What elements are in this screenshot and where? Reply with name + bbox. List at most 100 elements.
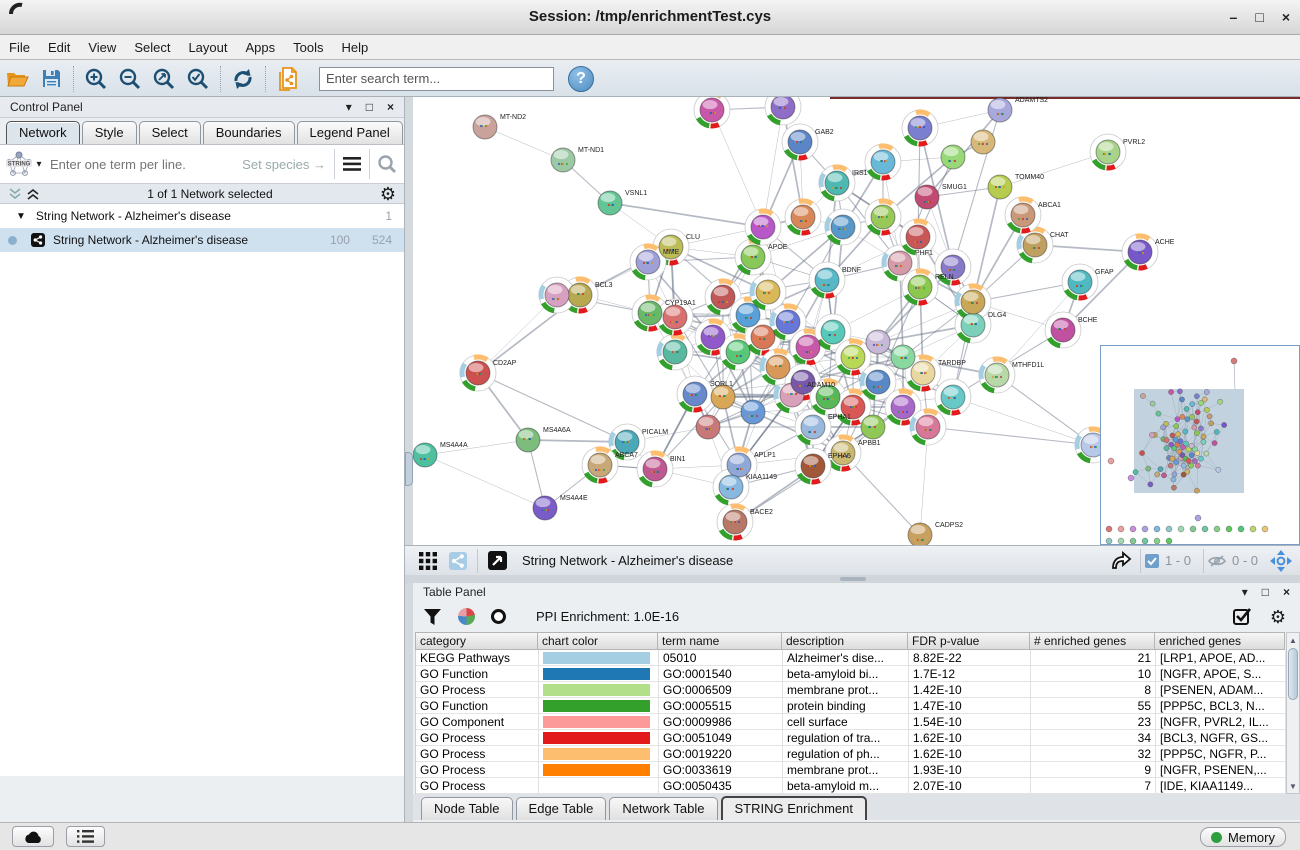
menu-tools[interactable]: Tools bbox=[284, 40, 332, 55]
horizontal-splitter[interactable] bbox=[405, 575, 1300, 583]
table-panel-float-icon[interactable]: □ bbox=[1262, 585, 1269, 599]
search-input[interactable] bbox=[319, 67, 554, 91]
select-all-checkbox-icon[interactable] bbox=[1233, 607, 1252, 626]
column-header-chart-color[interactable]: chart color bbox=[538, 632, 658, 650]
tab-boundaries[interactable]: Boundaries bbox=[203, 121, 295, 144]
column-header-description[interactable]: description bbox=[782, 632, 908, 650]
share-icon bbox=[449, 552, 467, 570]
navigator-button[interactable] bbox=[1266, 549, 1296, 573]
svg-text:MS4A6A: MS4A6A bbox=[543, 427, 571, 434]
zoom-selected-button[interactable] bbox=[181, 64, 215, 94]
table-row[interactable]: GO FunctionGO:0001540beta-amyloid bi...1… bbox=[416, 666, 1286, 682]
table-row[interactable]: GO ComponentGO:0009986cell surface1.54E-… bbox=[416, 714, 1286, 730]
control-panel-float-icon[interactable]: □ bbox=[366, 100, 373, 114]
zoom-out-button[interactable] bbox=[113, 64, 147, 94]
birds-eye-view[interactable] bbox=[1100, 345, 1300, 545]
table-row[interactable]: GO ProcessGO:0051049regulation of tra...… bbox=[416, 730, 1286, 746]
export-network-button[interactable] bbox=[1106, 549, 1136, 573]
tab-select[interactable]: Select bbox=[139, 121, 201, 144]
tab-legend-panel[interactable]: Legend Panel bbox=[297, 121, 403, 144]
control-panel-close-icon[interactable]: × bbox=[387, 100, 394, 114]
grid-view-button[interactable] bbox=[413, 549, 443, 573]
task-history-button[interactable] bbox=[66, 826, 105, 847]
share-view-button[interactable] bbox=[443, 549, 473, 573]
column-header-FDR-p-value[interactable]: FDR p-value bbox=[908, 632, 1030, 650]
tab-network-table[interactable]: Network Table bbox=[609, 797, 717, 820]
menu-view[interactable]: View bbox=[79, 40, 125, 55]
status-bar: Memory bbox=[0, 822, 1300, 850]
tab-network[interactable]: Network bbox=[6, 121, 80, 144]
menu-edit[interactable]: Edit bbox=[39, 40, 79, 55]
table-panel-menu-icon[interactable]: ▾ bbox=[1242, 585, 1248, 599]
ring-chart-icon[interactable] bbox=[491, 609, 506, 624]
set-species-label[interactable]: Set species → bbox=[242, 157, 326, 172]
panel-splitter-grip[interactable] bbox=[405, 452, 413, 486]
cell: regulation of ph... bbox=[783, 746, 909, 761]
svg-text:SORL1: SORL1 bbox=[710, 381, 733, 388]
svg-text:MME: MME bbox=[663, 249, 680, 256]
menu-apps[interactable]: Apps bbox=[237, 40, 285, 55]
svg-text:BDNF: BDNF bbox=[842, 267, 861, 274]
filter-icon[interactable] bbox=[423, 608, 442, 626]
column-header-term-name[interactable]: term name bbox=[658, 632, 782, 650]
import-network-button[interactable] bbox=[271, 64, 305, 94]
string-options-button[interactable] bbox=[335, 157, 369, 171]
pie-chart-icon[interactable] bbox=[458, 608, 475, 625]
cell: GO Process bbox=[416, 730, 539, 745]
menu-layout[interactable]: Layout bbox=[179, 40, 236, 55]
chart-color-cell bbox=[539, 698, 659, 713]
cell: [NGFR, PSENEN,... bbox=[1156, 762, 1286, 777]
collapse-all-icon[interactable] bbox=[8, 188, 22, 200]
tab-style[interactable]: Style bbox=[82, 121, 137, 144]
refresh-button[interactable] bbox=[226, 64, 260, 94]
minimize-button[interactable]: – bbox=[1230, 8, 1238, 26]
table-row[interactable]: GO ProcessGO:0019220regulation of ph...1… bbox=[416, 746, 1286, 762]
table-scrollbar[interactable]: ▲ ▼ bbox=[1286, 632, 1300, 794]
zoom-fit-button[interactable] bbox=[147, 64, 181, 94]
menu-help[interactable]: Help bbox=[333, 40, 378, 55]
menu-select[interactable]: Select bbox=[125, 40, 179, 55]
save-session-button[interactable] bbox=[34, 64, 68, 94]
scroll-down-icon[interactable]: ▼ bbox=[1287, 779, 1299, 793]
open-session-button[interactable] bbox=[0, 64, 34, 94]
cloud-status-button[interactable] bbox=[12, 826, 54, 847]
string-logo-button[interactable]: STRING ▾ bbox=[0, 150, 46, 178]
scrollbar-thumb[interactable] bbox=[1288, 648, 1298, 700]
network-canvas[interactable]: MT-ND2MT-ND1VSNL1GAB2IRS1ADAMTS2PVRL2TOM… bbox=[405, 97, 1300, 545]
string-term-input[interactable] bbox=[46, 157, 242, 172]
cell: membrane prot... bbox=[783, 762, 909, 777]
svg-text:CADPS2: CADPS2 bbox=[935, 522, 963, 529]
svg-text:BACE2: BACE2 bbox=[750, 509, 773, 516]
zoom-in-button[interactable] bbox=[79, 64, 113, 94]
network-collection-row[interactable]: ▼ String Network - Alzheimer's disease 1 bbox=[0, 204, 404, 228]
memory-button[interactable]: Memory bbox=[1200, 827, 1286, 847]
column-header--enriched-genes[interactable]: # enriched genes bbox=[1030, 632, 1155, 650]
network-row[interactable]: String Network - Alzheimer's disease 100… bbox=[0, 228, 404, 252]
scroll-up-icon[interactable]: ▲ bbox=[1287, 633, 1299, 647]
splitter-grip[interactable] bbox=[840, 577, 866, 581]
maximize-button[interactable]: □ bbox=[1255, 8, 1263, 26]
help-button[interactable]: ? bbox=[568, 66, 594, 92]
network-panel-gear-icon[interactable]: ⚙ bbox=[380, 186, 396, 202]
control-panel-menu-icon[interactable]: ▾ bbox=[346, 100, 352, 114]
table-row[interactable]: GO ProcessGO:0033619membrane prot...1.93… bbox=[416, 762, 1286, 778]
detach-view-button[interactable] bbox=[482, 549, 512, 573]
column-header-category[interactable]: category bbox=[415, 632, 538, 650]
tab-edge-table[interactable]: Edge Table bbox=[516, 797, 607, 820]
string-search-button[interactable] bbox=[370, 154, 404, 174]
tab-string-enrichment[interactable]: STRING Enrichment bbox=[721, 796, 867, 820]
tab-node-table[interactable]: Node Table bbox=[421, 797, 513, 820]
close-button[interactable]: × bbox=[1282, 8, 1290, 26]
table-row[interactable]: GO FunctionGO:0005515protein binding1.47… bbox=[416, 698, 1286, 714]
table-row[interactable]: KEGG Pathways05010Alzheimer's dise...8.8… bbox=[416, 650, 1286, 666]
enrichment-settings-gear-icon[interactable]: ⚙ bbox=[1270, 609, 1286, 625]
column-header-enriched-genes[interactable]: enriched genes bbox=[1155, 632, 1285, 650]
cell: GO Function bbox=[416, 698, 539, 713]
expander-icon[interactable]: ▼ bbox=[16, 211, 26, 222]
svg-text:BCHE: BCHE bbox=[1078, 317, 1098, 324]
table-row[interactable]: GO ProcessGO:0050435beta-amyloid m...2.0… bbox=[416, 778, 1286, 794]
table-panel-close-icon[interactable]: × bbox=[1283, 585, 1290, 599]
table-row[interactable]: GO ProcessGO:0006509membrane prot...1.42… bbox=[416, 682, 1286, 698]
expand-all-icon[interactable] bbox=[26, 188, 40, 200]
menu-file[interactable]: File bbox=[0, 40, 39, 55]
